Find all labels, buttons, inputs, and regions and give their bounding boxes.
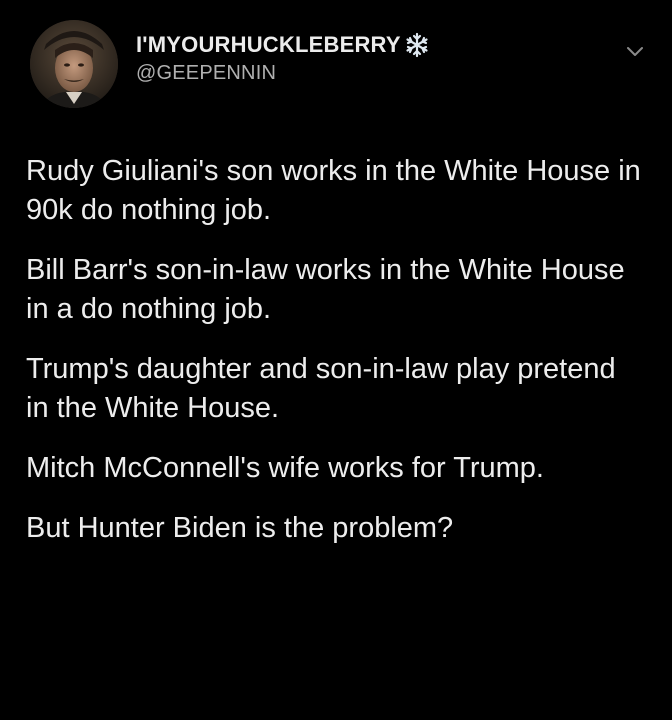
tweet-paragraph: Trump's daughter and son-in-law play pre… (26, 353, 616, 424)
display-name[interactable]: I'MYOURHUCKLEBERRY (136, 32, 430, 58)
tweet-paragraph: But Hunter Biden is the problem? (26, 512, 454, 544)
tweet-paragraph: Mitch McConnell's wife works for Trump. (26, 452, 544, 484)
author-names: I'MYOURHUCKLEBERRY @GEEPENNIN (136, 32, 430, 85)
tweet-header: I'MYOURHUCKLEBERRY @GEEPENNIN (30, 20, 650, 120)
avatar-image (30, 20, 118, 108)
display-name-text[interactable]: I'MYOURHUCKLEBERRY (136, 32, 401, 58)
chevron-down-icon[interactable] (624, 40, 646, 62)
tweet-card: I'MYOURHUCKLEBERRY @GEEPENNIN Rudy Giuli… (0, 0, 672, 720)
user-handle[interactable]: @GEEPENNIN (136, 62, 430, 85)
snowflake-icon (404, 32, 430, 58)
tweet-paragraph: Bill Barr's son-in-law works in the Whit… (26, 254, 625, 325)
avatar[interactable] (30, 20, 118, 108)
tweet-text: Rudy Giuliani's son works in the White H… (26, 152, 646, 569)
tweet-paragraph: Rudy Giuliani's son works in the White H… (26, 155, 641, 226)
